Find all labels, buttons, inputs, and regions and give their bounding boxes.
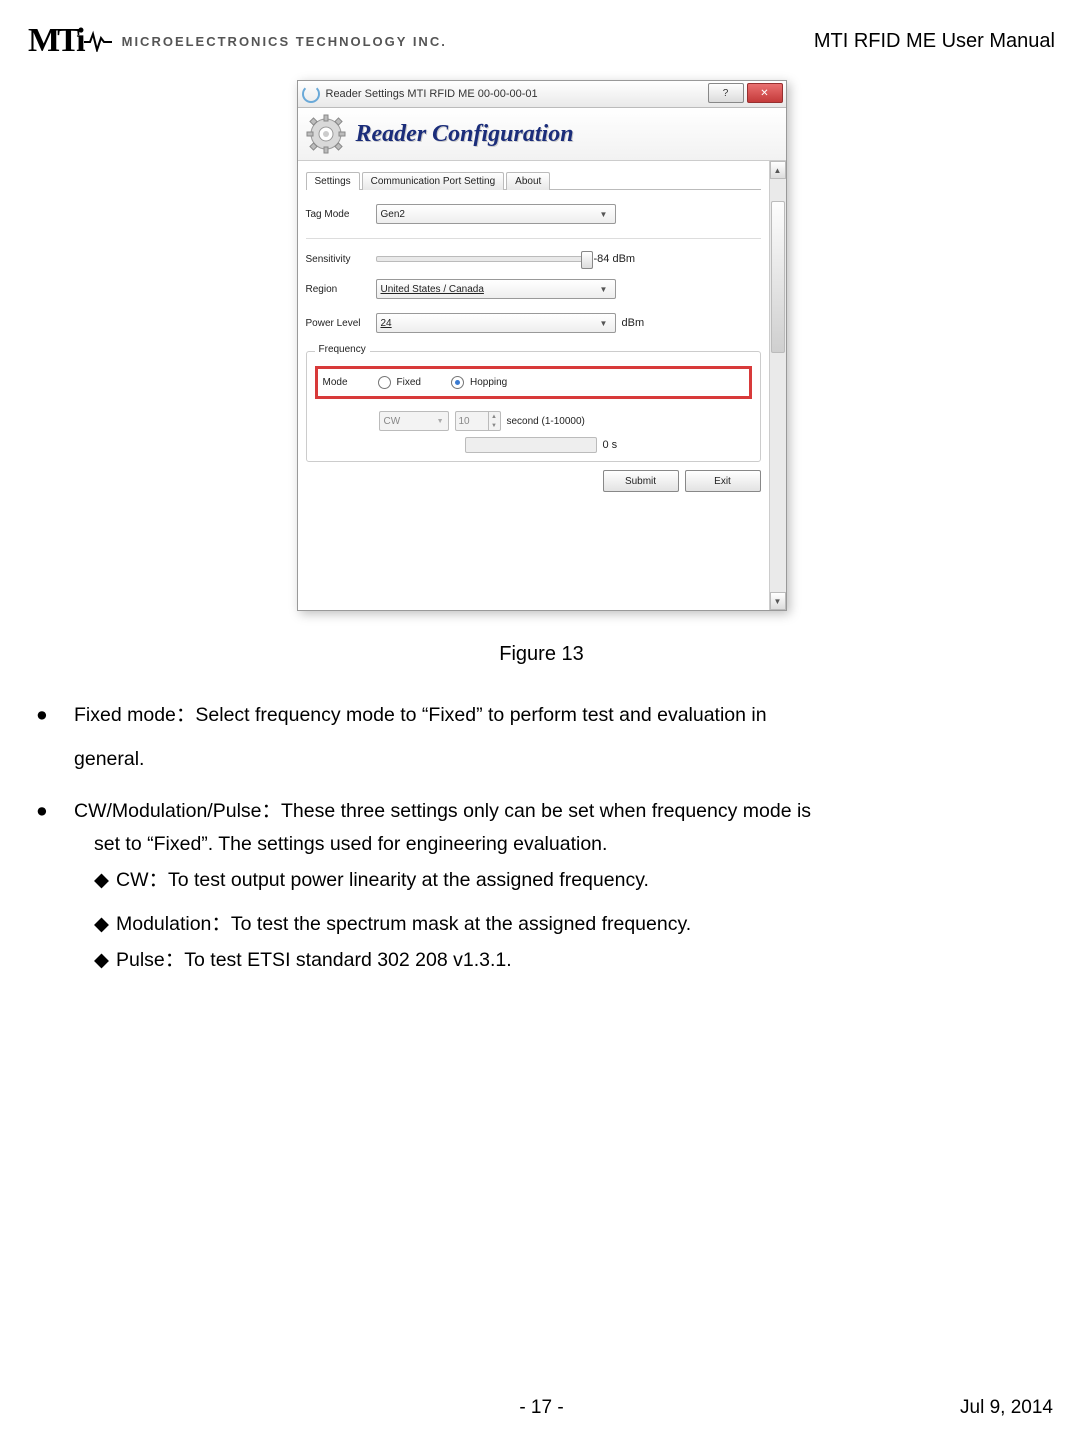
company-logo: MTi MICROELECTRONICS TECHNOLOGY INC. <box>28 22 447 60</box>
sensitivity-label: Sensitivity <box>306 254 376 265</box>
sensitivity-slider[interactable] <box>376 256 588 262</box>
fixed-mode-text: Fixed mode：Select frequency mode to “Fix… <box>74 704 767 726</box>
scroll-up-icon[interactable]: ▲ <box>770 161 786 179</box>
cwmod-cont: set to “Fixed”. The settings used for en… <box>36 829 1047 859</box>
app-icon <box>302 85 320 103</box>
tab-bar: Settings Communication Port Setting Abou… <box>306 167 761 190</box>
sensitivity-value: -84 dBm <box>594 253 636 265</box>
mode-label: Mode <box>323 377 348 388</box>
page-number: - 17 - <box>0 1397 1083 1419</box>
fixed-mode-cont: general. <box>74 744 1047 774</box>
radio-dot-icon <box>378 376 391 389</box>
body-text: ●Fixed mode：Select frequency mode to “Fi… <box>0 700 1083 976</box>
tab-about[interactable]: About <box>506 172 550 190</box>
logo-subtitle: MICROELECTRONICS TECHNOLOGY INC. <box>122 34 447 49</box>
scroll-thumb[interactable] <box>771 201 785 353</box>
close-button[interactable]: ✕ <box>747 83 783 103</box>
frequency-group: Frequency Mode Fixed Hopping CW <box>306 351 761 462</box>
pulse-text: Pulse：To test ETSI standard 302 208 v1.3… <box>116 949 512 971</box>
tag-mode-select[interactable]: Gen2 ▼ <box>376 204 616 224</box>
vertical-scrollbar[interactable]: ▲ ▼ <box>769 161 786 610</box>
sub-item: ◆Modulation：To test the spectrum mask at… <box>36 909 1047 939</box>
submit-button[interactable]: Submit <box>603 470 679 492</box>
blank-area <box>306 492 761 602</box>
list-item: ●Fixed mode：Select frequency mode to “Fi… <box>36 700 1047 774</box>
power-level-value: 24 <box>381 318 392 329</box>
mode-fixed-label: Fixed <box>397 377 421 388</box>
frequency-mode-highlight: Mode Fixed Hopping <box>315 366 752 399</box>
tab-communication-port[interactable]: Communication Port Setting <box>362 172 505 190</box>
mode-fixed-radio[interactable]: Fixed <box>378 376 421 389</box>
chevron-down-icon: ▼ <box>597 319 611 328</box>
diamond-icon: ◆ <box>94 865 116 895</box>
mode-hopping-label: Hopping <box>470 377 507 388</box>
page-header: MTi MICROELECTRONICS TECHNOLOGY INC. MTI… <box>0 0 1083 60</box>
window-titlebar[interactable]: Reader Settings MTI RFID ME 00-00-00-01 … <box>298 81 786 108</box>
cwmod-text: CW/Modulation/Pulse：These three settings… <box>74 800 811 822</box>
gear-icon <box>306 114 346 154</box>
figure-caption: Figure 13 <box>0 643 1083 666</box>
logo-text: MTi <box>28 22 83 60</box>
list-item: ●CW/Modulation/Pulse：These three setting… <box>36 796 1047 826</box>
banner-title: Reader Configuration <box>356 121 574 148</box>
region-value: United States / Canada <box>381 284 484 295</box>
window-banner: Reader Configuration <box>298 108 786 161</box>
seconds-hint: second (1-10000) <box>507 416 585 427</box>
manual-title: MTI RFID ME User Manual <box>814 30 1055 53</box>
region-label: Region <box>306 284 376 295</box>
progress-value: 0 s <box>603 439 618 451</box>
tab-settings[interactable]: Settings <box>306 172 360 190</box>
scroll-down-icon[interactable]: ▼ <box>770 592 786 610</box>
sub-item: ◆Pulse：To test ETSI standard 302 208 v1.… <box>36 945 1047 975</box>
logo-mark: MTi <box>28 22 112 60</box>
bullet-icon: ● <box>55 796 74 826</box>
window-title-text: Reader Settings MTI RFID ME 00-00-00-01 <box>326 88 538 100</box>
seconds-spinner[interactable]: 10 ▲▼ <box>455 411 501 431</box>
seconds-value: 10 <box>459 416 470 427</box>
cw-value: CW <box>384 416 401 427</box>
frequency-legend: Frequency <box>315 344 370 355</box>
mode-hopping-radio[interactable]: Hopping <box>451 376 507 389</box>
exit-button[interactable]: Exit <box>685 470 761 492</box>
reader-settings-window: Reader Settings MTI RFID ME 00-00-00-01 … <box>297 80 787 611</box>
cw-select[interactable]: CW ▼ <box>379 411 449 431</box>
chevron-down-icon: ▼ <box>437 418 444 425</box>
heartbeat-icon <box>84 30 112 52</box>
region-select[interactable]: United States / Canada ▼ <box>376 279 616 299</box>
progress-bar <box>465 437 597 453</box>
diamond-icon: ◆ <box>94 909 116 939</box>
power-level-label: Power Level <box>306 318 376 329</box>
divider <box>306 238 761 239</box>
chevron-down-icon: ▼ <box>597 210 611 219</box>
spin-down-icon[interactable]: ▼ <box>488 421 500 430</box>
page-footer: - 17 - Jul 9, 2014 <box>0 1397 1083 1419</box>
diamond-icon: ◆ <box>94 945 116 975</box>
bullet-icon: ● <box>55 700 74 730</box>
slider-thumb[interactable] <box>581 251 593 269</box>
spin-up-icon[interactable]: ▲ <box>488 412 500 421</box>
help-button[interactable]: ? <box>708 83 744 103</box>
dbm-label: dBm <box>622 317 645 329</box>
radio-dot-selected-icon <box>451 376 464 389</box>
power-level-select[interactable]: 24 ▼ <box>376 313 616 333</box>
tag-mode-value: Gen2 <box>381 209 405 220</box>
chevron-down-icon: ▼ <box>597 285 611 294</box>
cw-text: CW：To test output power linearity at the… <box>116 869 649 891</box>
mod-text: Modulation：To test the spectrum mask at … <box>116 913 691 935</box>
sub-item: ◆CW：To test output power linearity at th… <box>36 865 1047 895</box>
tag-mode-label: Tag Mode <box>306 209 376 220</box>
